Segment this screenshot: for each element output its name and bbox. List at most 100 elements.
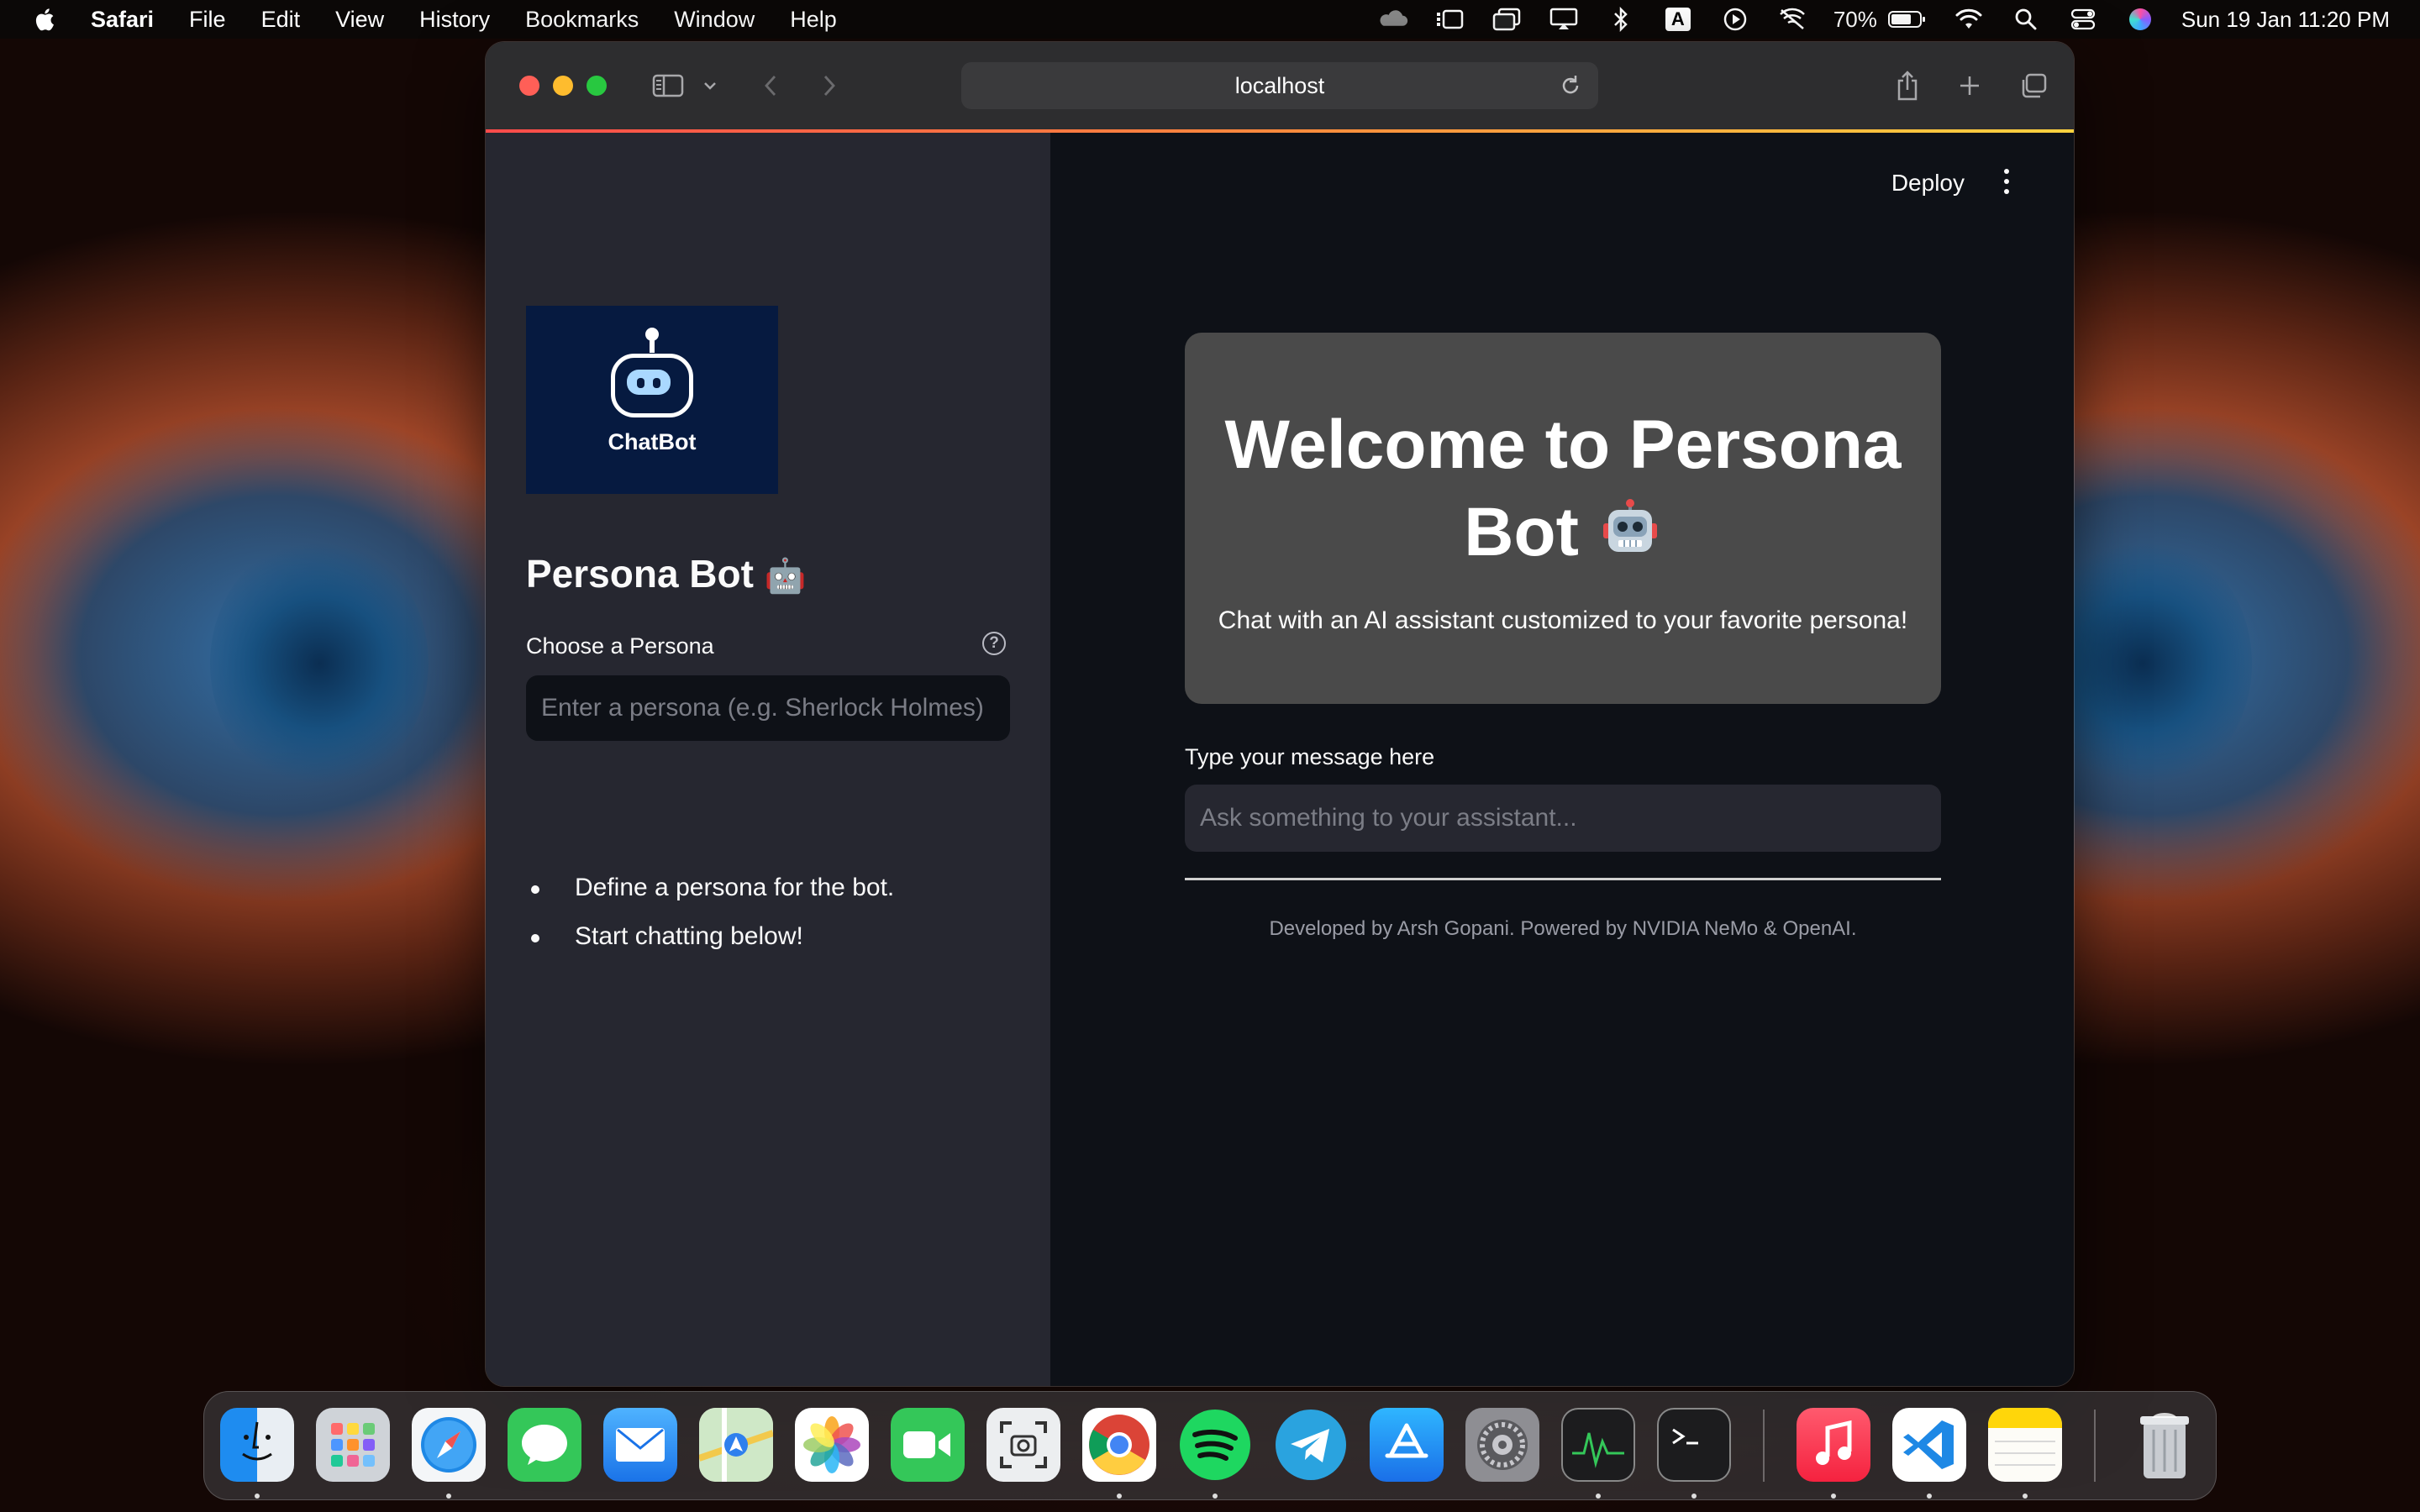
robot-logo-icon xyxy=(611,327,693,417)
running-indicator xyxy=(1213,1494,1218,1499)
chatbot-logo: ChatBot xyxy=(526,306,778,494)
menu-edit[interactable]: Edit xyxy=(261,7,301,33)
cloud-icon[interactable] xyxy=(1376,7,1408,32)
running-indicator xyxy=(1831,1494,1836,1499)
wallpaper-left-pupil xyxy=(210,538,429,790)
mail-icon[interactable] xyxy=(603,1408,677,1482)
focus-icon[interactable] xyxy=(1776,7,1808,32)
menu-view[interactable]: View xyxy=(335,7,384,33)
battery-percent: 70% xyxy=(1833,6,1877,32)
logo-text: ChatBot xyxy=(608,428,697,454)
input-source-label: A xyxy=(1665,8,1691,31)
footer-credits: Developed by Arsh Gopani. Powered by NVI… xyxy=(1269,917,1857,940)
menu-bookmarks[interactable]: Bookmarks xyxy=(525,7,639,33)
welcome-card: Welcome to Persona Bot Chat with an AI a… xyxy=(1185,333,1941,704)
app-main: Deploy Welcome to Persona Bot Chat with … xyxy=(1050,133,2074,1386)
running-indicator xyxy=(1596,1494,1601,1499)
main-menu-icon[interactable] xyxy=(1998,166,2015,197)
sidebar-toggle-icon[interactable] xyxy=(649,66,687,106)
minimize-window-button[interactable] xyxy=(553,76,573,96)
running-indicator xyxy=(1691,1494,1697,1499)
facetime-icon[interactable] xyxy=(891,1408,965,1482)
address-bar[interactable]: localhost xyxy=(961,62,1598,109)
siri-icon[interactable] xyxy=(2124,7,2156,32)
menu-bar: Safari File Edit View History Bookmarks … xyxy=(0,0,2420,39)
activity-monitor-icon[interactable] xyxy=(1561,1408,1635,1482)
music-icon[interactable] xyxy=(1797,1408,1870,1482)
spotlight-search-icon[interactable] xyxy=(2010,7,2042,32)
safari-window: localhost ChatBot Persona Bot 🤖 Choose a… xyxy=(486,42,2074,1386)
new-tab-icon[interactable] xyxy=(1953,66,1986,106)
menu-history[interactable]: History xyxy=(419,7,490,33)
address-bar-url: localhost xyxy=(1234,72,1325,98)
vscode-icon[interactable] xyxy=(1892,1408,1966,1482)
chrome-icon[interactable] xyxy=(1082,1408,1156,1482)
sidebar-title-text: Persona Bot xyxy=(526,552,754,596)
running-indicator xyxy=(1927,1494,1932,1499)
windows-icon[interactable] xyxy=(1491,7,1523,32)
share-icon[interactable] xyxy=(1891,66,1924,106)
notes-icon[interactable] xyxy=(1988,1408,2062,1482)
now-playing-icon[interactable] xyxy=(1719,7,1751,32)
back-button-icon[interactable] xyxy=(756,66,785,106)
robot-emoji-icon: 🤖 xyxy=(764,558,807,595)
tab-overview-icon[interactable] xyxy=(2017,66,2050,106)
telegram-icon[interactable] xyxy=(1274,1408,1348,1482)
dock xyxy=(203,1391,2217,1500)
help-icon[interactable]: ? xyxy=(982,632,1006,655)
input-source-icon[interactable]: A xyxy=(1662,7,1694,32)
apple-menu-icon[interactable] xyxy=(34,5,59,34)
spotify-icon[interactable] xyxy=(1178,1408,1252,1482)
finder-icon[interactable] xyxy=(220,1408,294,1482)
welcome-subtitle: Chat with an AI assistant customized to … xyxy=(1218,606,1908,634)
list-item: Define a persona for the bot. xyxy=(526,864,894,912)
system-settings-icon[interactable] xyxy=(1465,1408,1539,1482)
persona-label: Choose a Persona xyxy=(526,633,714,659)
welcome-heading: Welcome to Persona Bot xyxy=(1185,402,1941,576)
message-input[interactable] xyxy=(1185,785,1941,852)
running-indicator xyxy=(1117,1494,1122,1499)
bluetooth-icon[interactable] xyxy=(1605,7,1637,32)
wifi-icon[interactable] xyxy=(1953,7,1985,32)
menu-window[interactable]: Window xyxy=(674,7,755,33)
persona-input[interactable] xyxy=(526,675,1010,741)
messages-icon[interactable] xyxy=(508,1408,581,1482)
sidebar-title: Persona Bot 🤖 xyxy=(526,551,807,596)
app-store-icon[interactable] xyxy=(1370,1408,1444,1482)
app-sidebar: ChatBot Persona Bot 🤖 Choose a Persona ?… xyxy=(486,133,1050,1386)
list-item: Start chatting below! xyxy=(526,912,894,961)
forward-button-icon[interactable] xyxy=(815,66,844,106)
control-center-icon[interactable] xyxy=(2067,7,2099,32)
divider xyxy=(1185,878,1941,880)
dock-separator xyxy=(2094,1410,2096,1482)
running-indicator xyxy=(255,1494,260,1499)
running-indicator xyxy=(2023,1494,2028,1499)
display-icon[interactable] xyxy=(1548,7,1580,32)
zoom-window-button[interactable] xyxy=(587,76,607,96)
robot-emoji-icon xyxy=(1598,496,1662,559)
stage-manager-icon[interactable] xyxy=(1434,7,1465,32)
photos-icon[interactable] xyxy=(795,1408,869,1482)
welcome-title: Welcome to Persona Bot xyxy=(1224,407,1902,570)
running-indicator xyxy=(446,1494,451,1499)
maps-icon[interactable] xyxy=(699,1408,773,1482)
clock[interactable]: Sun 19 Jan 11:20 PM xyxy=(2181,7,2390,33)
message-label: Type your message here xyxy=(1185,744,1435,769)
browser-toolbar: localhost xyxy=(486,42,2074,130)
trash-icon[interactable] xyxy=(2128,1408,2202,1482)
screenshot-icon[interactable] xyxy=(986,1408,1060,1482)
battery-icon[interactable] xyxy=(1887,7,1928,32)
status-area: A 70% Sun 19 Jan 11:20 PM xyxy=(1376,0,2390,39)
menu-app-name[interactable]: Safari xyxy=(91,7,154,33)
safari-icon[interactable] xyxy=(412,1408,486,1482)
terminal-icon[interactable] xyxy=(1657,1408,1731,1482)
close-window-button[interactable] xyxy=(519,76,539,96)
chevron-down-icon[interactable] xyxy=(697,66,723,106)
menu-file[interactable]: File xyxy=(189,7,226,33)
instruction-list: Define a persona for the bot. Start chat… xyxy=(526,864,894,961)
menu-help[interactable]: Help xyxy=(790,7,837,33)
reload-icon[interactable] xyxy=(1558,73,1583,98)
launchpad-icon[interactable] xyxy=(316,1408,390,1482)
deploy-button[interactable]: Deploy xyxy=(1891,170,1965,197)
dock-separator xyxy=(1763,1410,1765,1482)
